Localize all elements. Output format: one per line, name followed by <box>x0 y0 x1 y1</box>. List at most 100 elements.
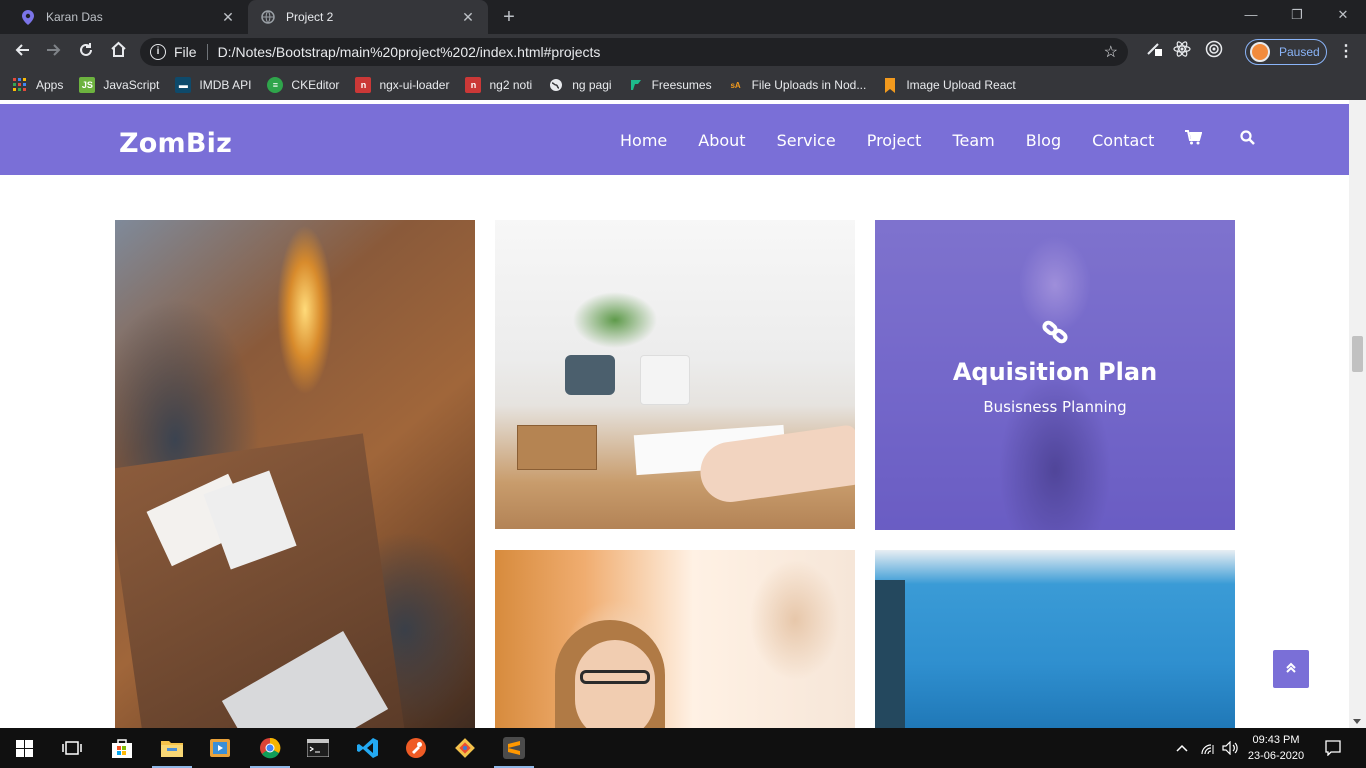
extension-pen-icon[interactable] <box>1142 40 1166 64</box>
bookmark-imdb-api[interactable]: ▬ IMDB API <box>175 77 251 93</box>
bookmark-label: ng pagi <box>572 78 612 92</box>
clock-date: 23-06-2020 <box>1247 750 1305 762</box>
tab-project-2[interactable]: Project 2 ✕ <box>248 0 488 34</box>
bookmark-ng-pagi[interactable]: ng pagi <box>548 77 612 93</box>
system-clock[interactable]: 09:43 PM 23-06-2020 <box>1241 732 1311 764</box>
windows-start-icon[interactable] <box>0 728 48 768</box>
notification-center-icon[interactable] <box>1320 728 1346 768</box>
image-detail <box>575 640 655 728</box>
bookmark-apps[interactable]: Apps <box>12 77 63 93</box>
npm-icon: n <box>355 77 372 93</box>
close-window-button[interactable]: ✕ <box>1320 0 1366 30</box>
bookmark-ckeditor[interactable]: ≡ CKEditor <box>267 77 339 93</box>
nav-link-project[interactable]: Project <box>867 131 922 150</box>
media-player-icon[interactable] <box>196 728 244 768</box>
page-scrollbar[interactable] <box>1349 100 1366 728</box>
bookmark-javascript[interactable]: JS JavaScript <box>79 77 159 93</box>
new-tab-button[interactable]: + <box>498 6 520 28</box>
browser-toolbar: i File D:/Notes/Bootstrap/main%20project… <box>0 34 1366 70</box>
vscode-icon[interactable] <box>344 728 392 768</box>
file-explorer-icon[interactable] <box>148 728 196 768</box>
bookmark-label: JavaScript <box>103 78 160 92</box>
scrollbar-thumb[interactable] <box>1352 336 1363 372</box>
react-devtools-icon[interactable] <box>1170 40 1194 64</box>
site-info-icon[interactable]: i <box>150 44 166 60</box>
ckeditor-icon: ≡ <box>267 77 284 93</box>
reload-icon[interactable] <box>72 38 100 66</box>
restore-window-button[interactable]: ❐ <box>1274 0 1320 30</box>
bookmark-freesumes[interactable]: Freesumes <box>628 77 712 93</box>
back-to-top-button[interactable] <box>1273 650 1309 688</box>
target-extension-icon[interactable] <box>1202 40 1226 64</box>
site-nav-menu: Home About Service Project Team Blog Con… <box>620 130 1293 150</box>
close-tab-icon[interactable]: ✕ <box>460 9 476 25</box>
imdb-icon: ▬ <box>175 77 192 93</box>
address-scheme-label: File <box>174 44 197 60</box>
page-viewport: Aquisition Plan Busisness Planning ZomBi… <box>0 100 1366 728</box>
bookmark-ngx-ui-loader[interactable]: n ngx-ui-loader <box>355 77 449 93</box>
close-tab-icon[interactable]: ✕ <box>220 9 236 25</box>
bookmark-label: CKEditor <box>291 78 340 92</box>
bookmark-label: File Uploads in Nod... <box>751 78 867 92</box>
bookmark-label: ng2 noti <box>489 78 533 92</box>
bookmark-star-icon[interactable]: ☆ <box>1104 42 1118 62</box>
show-hidden-icons-chevron-icon[interactable] <box>1172 728 1192 768</box>
address-bar[interactable]: i File D:/Notes/Bootstrap/main%20project… <box>140 38 1128 66</box>
nav-link-blog[interactable]: Blog <box>1026 131 1061 150</box>
minimize-window-button[interactable]: — <box>1228 0 1274 30</box>
nav-link-home[interactable]: Home <box>620 131 667 150</box>
nav-link-team[interactable]: Team <box>952 131 994 150</box>
store-icon[interactable] <box>98 728 146 768</box>
tab-karan-das[interactable]: Karan Das ✕ <box>8 0 248 34</box>
tab-title: Project 2 <box>286 10 334 24</box>
volume-icon[interactable] <box>1220 728 1240 768</box>
sa-icon: sA <box>730 80 741 90</box>
address-url[interactable]: D:/Notes/Bootstrap/main%20project%202/in… <box>218 44 1104 60</box>
scroll-down-arrow-icon[interactable] <box>1353 719 1361 724</box>
sublime-icon[interactable] <box>490 728 538 768</box>
site-brand-logo[interactable]: ZomBiz <box>119 128 232 159</box>
project-image-blue-wall[interactable] <box>875 550 1235 728</box>
cart-icon[interactable] <box>1185 130 1203 150</box>
forward-arrow-icon[interactable] <box>40 38 68 66</box>
bookmark-label: Freesumes <box>651 78 712 92</box>
browser-tab-strip: Karan Das ✕ Project 2 ✕ + — ❐ ✕ <box>0 0 1366 34</box>
project-image-whiteboard-woman[interactable] <box>495 550 855 728</box>
bookmark-ng2-noti[interactable]: n ng2 noti <box>465 77 532 93</box>
bookmark-image-upload-react[interactable]: Image Upload React <box>882 77 1016 93</box>
wifi-icon[interactable] <box>1198 728 1218 768</box>
image-detail <box>640 355 690 405</box>
nav-link-about[interactable]: About <box>698 131 745 150</box>
location-pin-icon <box>20 9 36 25</box>
search-icon[interactable] <box>1240 130 1256 150</box>
link-icon[interactable] <box>1041 318 1069 346</box>
image-detail <box>565 355 615 395</box>
chrome-icon[interactable] <box>246 728 294 768</box>
project-card-aquisition-plan[interactable]: Aquisition Plan Busisness Planning <box>875 220 1235 530</box>
home-icon[interactable] <box>104 38 132 66</box>
avatar <box>1250 42 1270 62</box>
globe-icon <box>548 77 564 93</box>
site-navbar: ZomBiz Home About Service Project Team B… <box>0 104 1349 175</box>
javascript-icon: JS <box>79 77 96 93</box>
browser-menu-icon[interactable]: ⋮ <box>1336 40 1356 64</box>
task-view-icon[interactable] <box>48 728 96 768</box>
bookmark-label: ngx-ui-loader <box>379 78 450 92</box>
back-arrow-icon[interactable] <box>8 38 36 66</box>
postman-icon[interactable] <box>392 728 440 768</box>
profile-button[interactable]: Paused <box>1245 39 1327 65</box>
bookmark-icon <box>882 77 898 93</box>
npm-icon: n <box>465 77 482 93</box>
profile-status-label: Paused <box>1279 45 1320 59</box>
image-detail <box>517 425 597 470</box>
tab-title: Karan Das <box>46 10 103 24</box>
globe-icon <box>260 9 276 25</box>
project-image-desk-writing[interactable] <box>495 220 855 529</box>
nav-link-contact[interactable]: Contact <box>1092 131 1154 150</box>
bookmark-file-uploads[interactable]: sA File Uploads in Nod... <box>728 77 867 93</box>
project-image-office-meeting[interactable] <box>115 220 475 728</box>
terminal-icon[interactable] <box>294 728 342 768</box>
git-icon[interactable] <box>441 728 489 768</box>
nav-link-service[interactable]: Service <box>777 131 836 150</box>
windows-taskbar: 09:43 PM 23-06-2020 <box>0 728 1366 768</box>
